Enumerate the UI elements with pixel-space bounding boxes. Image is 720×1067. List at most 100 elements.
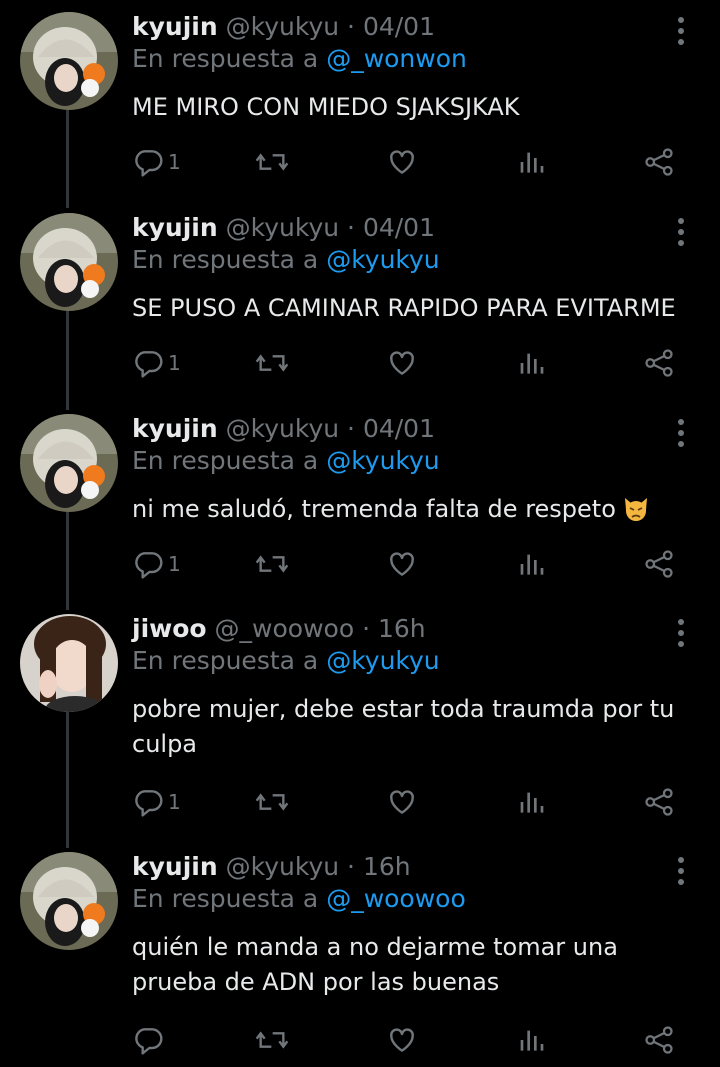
reply-mention[interactable]: @kyukyu [326, 646, 439, 675]
timestamp[interactable]: 04/01 [363, 213, 435, 242]
display-name[interactable]: kyujin [132, 414, 218, 443]
avatar[interactable] [20, 12, 118, 110]
heart-icon [390, 150, 414, 174]
timestamp[interactable]: 04/01 [363, 12, 435, 41]
reply-icon [135, 150, 163, 177]
timestamp[interactable]: 16h [378, 614, 426, 643]
more-vertical-icon [678, 419, 684, 447]
avatar[interactable] [20, 414, 118, 512]
like-button[interactable] [386, 544, 418, 584]
more-options-button[interactable] [664, 416, 698, 450]
reply-button[interactable]: 1 [132, 343, 181, 383]
views-button[interactable] [518, 343, 546, 383]
retweet-button[interactable] [254, 142, 290, 182]
like-button[interactable] [386, 1020, 418, 1060]
reply-context: En respuesta a @kyukyu [132, 444, 440, 478]
tweet[interactable]: kyujin @kyukyu · 04/01 En respuesta a @k… [0, 414, 720, 604]
retweet-icon [255, 354, 289, 372]
reply-mention[interactable]: @_wonwon [326, 44, 467, 73]
tweet-actions: 1 [0, 782, 720, 822]
display-name[interactable]: kyujin [132, 852, 218, 881]
user-handle[interactable]: @kyukyu [226, 414, 339, 443]
tweet-text: pobre mujer, debe estar toda traumda por… [132, 695, 675, 758]
reply-context: En respuesta a @_woowoo [132, 882, 466, 916]
more-options-button[interactable] [664, 854, 698, 888]
avatar[interactable] [20, 852, 118, 950]
tweet-header: kyujin @kyukyu · 04/01 [132, 211, 435, 245]
tweet-text-container: ni me saludó, tremenda falta de respeto [132, 492, 702, 527]
reply-mention[interactable]: @kyukyu [326, 245, 439, 274]
views-button[interactable] [518, 1020, 546, 1060]
reply-icon [135, 1028, 163, 1055]
views-button[interactable] [518, 142, 546, 182]
user-handle[interactable]: @kyukyu [226, 12, 339, 41]
like-button[interactable] [386, 343, 418, 383]
retweet-button[interactable] [254, 1020, 290, 1060]
display-name[interactable]: kyujin [132, 213, 218, 242]
share-button[interactable] [644, 544, 674, 584]
heart-icon [390, 1028, 414, 1052]
reply-button[interactable]: 1 [132, 782, 181, 822]
share-button[interactable] [644, 1020, 674, 1060]
reply-button[interactable] [132, 1020, 168, 1060]
reply-count: 1 [168, 351, 181, 375]
reply-button[interactable]: 1 [132, 142, 181, 182]
share-icon [645, 788, 673, 816]
user-handle[interactable]: @kyukyu [226, 852, 339, 881]
like-button[interactable] [386, 782, 418, 822]
views-icon [520, 792, 544, 813]
avatar[interactable] [20, 213, 118, 311]
share-button[interactable] [644, 782, 674, 822]
retweet-icon [255, 793, 289, 811]
more-vertical-icon [678, 619, 684, 647]
views-button[interactable] [518, 544, 546, 584]
heart-icon [390, 351, 414, 375]
retweet-icon [255, 555, 289, 573]
reply-prefix: En respuesta a [132, 44, 319, 73]
retweet-button[interactable] [254, 782, 290, 822]
pouting-cat-emoji [622, 494, 650, 522]
user-handle[interactable]: @kyukyu [226, 213, 339, 242]
avatar[interactable] [20, 614, 118, 712]
more-vertical-icon [678, 218, 684, 246]
tweet[interactable]: kyujin @kyukyu · 04/01 En respuesta a @_… [0, 12, 720, 202]
tweet-header: kyujin @kyukyu · 04/01 [132, 10, 435, 44]
reply-mention[interactable]: @kyukyu [326, 446, 439, 475]
reply-icon [135, 351, 163, 378]
tweet-header: jiwoo @_woowoo · 16h [132, 612, 426, 646]
tweet-header: kyujin @kyukyu · 16h [132, 850, 411, 884]
reply-count: 1 [168, 150, 181, 174]
views-icon [520, 554, 544, 575]
tweet-actions: 1 [0, 142, 720, 182]
tweet-text: ME MIRO CON MIEDO SJAKSJKAK [132, 93, 520, 121]
user-handle[interactable]: @_woowoo [215, 614, 355, 643]
retweet-button[interactable] [254, 544, 290, 584]
reply-count: 1 [168, 790, 181, 814]
more-options-button[interactable] [664, 616, 698, 650]
reply-icon [135, 790, 163, 817]
retweet-button[interactable] [254, 343, 290, 383]
tweet[interactable]: jiwoo @_woowoo · 16h En respuesta a @kyu… [0, 614, 720, 839]
views-icon [520, 152, 544, 173]
share-button[interactable] [644, 142, 674, 182]
views-button[interactable] [518, 782, 546, 822]
display-name[interactable]: jiwoo [132, 614, 207, 643]
tweet[interactable]: kyujin @kyukyu · 04/01 En respuesta a @k… [0, 213, 720, 403]
reply-mention[interactable]: @_woowoo [326, 884, 466, 913]
more-vertical-icon [678, 857, 684, 885]
like-button[interactable] [386, 142, 418, 182]
more-options-button[interactable] [664, 14, 698, 48]
separator-dot: · [347, 852, 355, 881]
tweet-actions: 1 [0, 343, 720, 383]
tweet-header: kyujin @kyukyu · 04/01 [132, 412, 435, 446]
more-options-button[interactable] [664, 215, 698, 249]
reply-prefix: En respuesta a [132, 884, 319, 913]
heart-icon [390, 552, 414, 576]
reply-button[interactable]: 1 [132, 544, 181, 584]
tweet[interactable]: kyujin @kyukyu · 16h En respuesta a @_wo… [0, 852, 720, 1062]
share-button[interactable] [644, 343, 674, 383]
display-name[interactable]: kyujin [132, 12, 218, 41]
timestamp[interactable]: 16h [363, 852, 411, 881]
timestamp[interactable]: 04/01 [363, 414, 435, 443]
more-vertical-icon [678, 17, 684, 45]
